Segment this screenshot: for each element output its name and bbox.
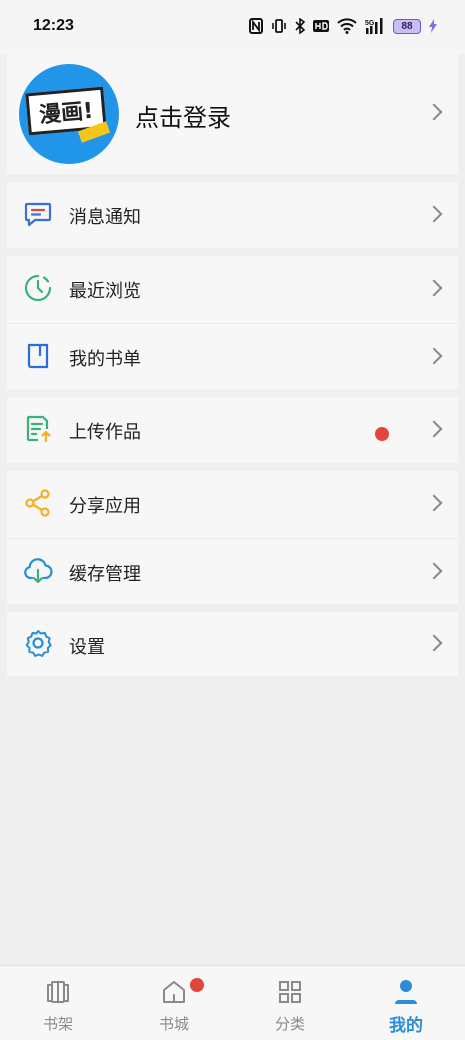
home-icon xyxy=(161,978,187,1006)
menu-item-cache[interactable]: 缓存管理 xyxy=(7,538,458,604)
booklist-label: 我的书单 xyxy=(69,349,141,370)
chevron-right-icon xyxy=(425,420,443,438)
bluetooth-icon xyxy=(295,18,305,34)
share-label: 分享应用 xyxy=(69,496,141,517)
menu-group-reading: 最近浏览 我的书单 xyxy=(7,256,458,389)
chevron-right-icon xyxy=(425,347,443,365)
menu-item-share[interactable]: 分享应用 xyxy=(7,471,458,537)
status-bar: 12:23 5G 88 xyxy=(0,0,465,54)
chevron-right-icon xyxy=(425,494,443,512)
message-icon xyxy=(23,199,53,229)
status-icons: 5G 88 xyxy=(249,18,437,34)
chevron-right-icon xyxy=(425,562,443,580)
battery-icon: 88 xyxy=(393,18,421,34)
profile-card[interactable]: 漫画! 点击登录 xyxy=(7,54,458,174)
status-time: 12:23 xyxy=(33,17,74,34)
history-label: 最近浏览 xyxy=(69,281,141,302)
tab-mine[interactable]: 我的 xyxy=(348,966,464,1040)
wifi-icon xyxy=(337,18,357,34)
messages-label: 消息通知 xyxy=(69,207,141,228)
menu-group-messages: 消息通知 xyxy=(7,182,458,248)
tab-label: 书城 xyxy=(158,1015,189,1033)
svg-text:5G: 5G xyxy=(365,20,375,27)
person-icon xyxy=(393,978,419,1006)
upload-document-icon xyxy=(23,414,53,444)
chevron-right-icon xyxy=(425,279,443,297)
avatar[interactable]: 漫画! xyxy=(19,64,119,164)
clock-icon xyxy=(23,273,53,303)
share-icon xyxy=(23,488,53,518)
settings-label: 设置 xyxy=(69,637,105,658)
login-label[interactable]: 点击登录 xyxy=(135,98,231,133)
cloud-download-icon xyxy=(23,556,53,586)
vibrate-icon xyxy=(271,18,287,34)
book-icon xyxy=(23,341,53,371)
nfc-icon xyxy=(249,18,263,34)
charging-icon xyxy=(429,19,437,33)
bookshelf-icon xyxy=(45,978,71,1006)
menu-group-app: 分享应用 缓存管理 xyxy=(7,471,458,604)
gear-icon xyxy=(23,628,53,658)
menu-item-upload[interactable]: 上传作品 xyxy=(7,397,458,463)
category-icon xyxy=(277,978,303,1006)
upload-badge-dot xyxy=(375,427,389,441)
cache-label: 缓存管理 xyxy=(69,564,141,585)
chevron-right-icon xyxy=(425,103,443,121)
tab-bookstore[interactable]: 书城 xyxy=(116,966,232,1040)
chevron-right-icon xyxy=(425,634,443,652)
tab-label: 分类 xyxy=(274,1015,305,1033)
upload-label: 上传作品 xyxy=(69,422,141,443)
tab-bookshelf[interactable]: 书架 xyxy=(0,966,116,1040)
menu-item-booklist[interactable]: 我的书单 xyxy=(7,323,458,389)
menu-group-settings: 设置 xyxy=(7,612,458,676)
bookstore-badge-dot xyxy=(190,978,204,992)
menu-item-history[interactable]: 最近浏览 xyxy=(7,256,458,322)
tab-label: 我的 xyxy=(389,1016,423,1036)
hd-icon xyxy=(313,19,329,33)
bottom-tab-bar: 书架 书城 分类 我的 xyxy=(0,965,465,1040)
tab-label: 书架 xyxy=(42,1015,73,1033)
tab-category[interactable]: 分类 xyxy=(232,966,348,1040)
signal-5g-icon: 5G xyxy=(365,18,385,34)
menu-item-settings[interactable]: 设置 xyxy=(7,612,458,676)
menu-item-messages[interactable]: 消息通知 xyxy=(7,182,458,248)
menu-group-upload: 上传作品 xyxy=(7,397,458,463)
chevron-right-icon xyxy=(425,205,443,223)
